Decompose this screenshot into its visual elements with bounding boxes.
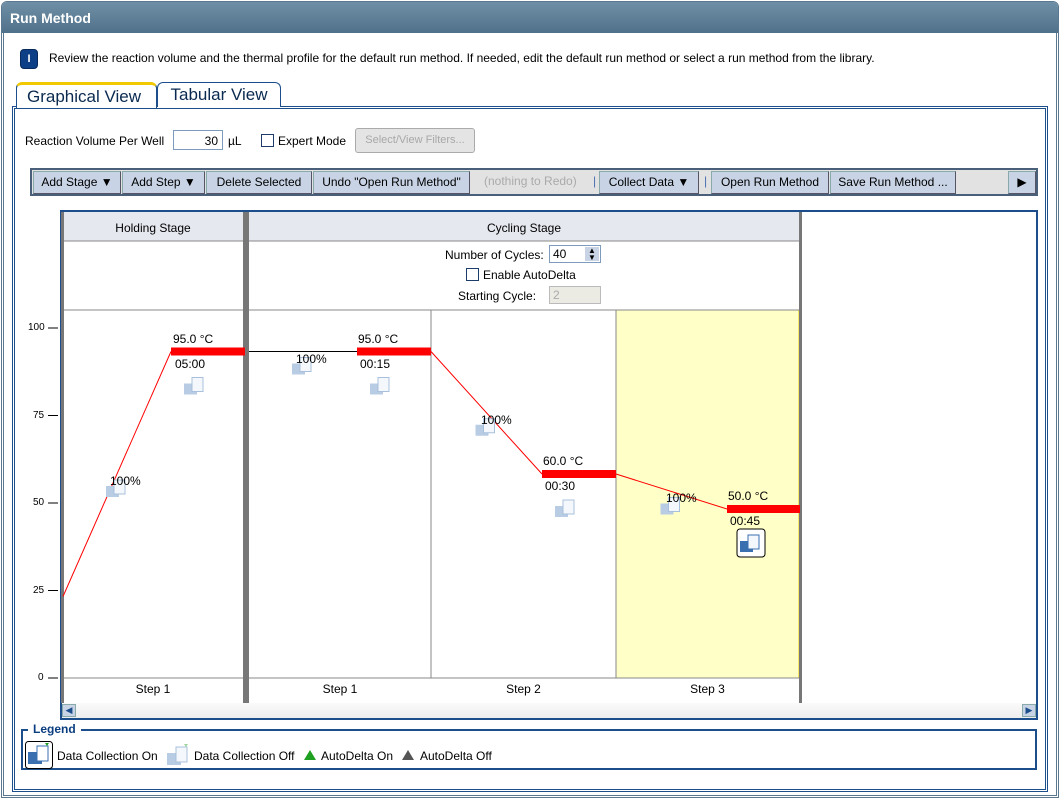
y-tick-label: 0: [38, 672, 44, 683]
data-collection-off-icon: [167, 744, 188, 765]
y-tick-label: 75: [33, 410, 45, 421]
stage-divider: [61, 212, 64, 703]
ramp-rate[interactable]: 100%: [110, 474, 141, 488]
data-collection-on-icon: [747, 534, 760, 550]
starting-cycle-value: 2: [553, 288, 560, 302]
data-collection-off-icon: [191, 377, 204, 392]
legend-item: Data Collection On: [57, 749, 158, 763]
starting-cycle-label: Starting Cycle:: [458, 289, 537, 303]
horizontal-scrollbar[interactable]: [62, 703, 1036, 718]
temperature-hold-bar: [171, 347, 245, 356]
data-collection-off-icon: [377, 377, 390, 392]
step-temperature[interactable]: 95.0 °C: [358, 332, 398, 346]
cycling-stage-title: Cycling Stage: [486, 221, 562, 235]
step-label: Step 1: [322, 682, 358, 696]
thermal-profile-plot: [48, 212, 802, 703]
scroll-left-icon[interactable]: ◀: [62, 704, 76, 717]
enable-autodelta-label: Enable AutoDelta: [483, 268, 576, 282]
legend-item: AutoDelta Off: [420, 749, 492, 763]
step-time[interactable]: 00:45: [730, 514, 760, 528]
data-collection-on-icon: [25, 741, 53, 769]
ramp-rate[interactable]: 100%: [481, 413, 512, 427]
y-tick-label: 50: [33, 497, 45, 508]
cycles-value: 40: [553, 247, 567, 261]
step-time[interactable]: 00:30: [545, 479, 575, 493]
cycles-label: Number of Cycles:: [445, 248, 544, 262]
y-tick-label: 100: [28, 322, 45, 333]
ramp-rate[interactable]: 100%: [296, 352, 327, 366]
legend-item: Data Collection Off: [194, 749, 295, 763]
legend-item: AutoDelta On: [321, 749, 394, 763]
legend-title: Legend: [28, 722, 81, 736]
holding-stage-title: Holding Stage: [115, 221, 191, 235]
temperature-hold-bar: [357, 347, 431, 356]
stage-divider: [799, 212, 802, 703]
starting-cycle-spinner[interactable]: 2: [549, 286, 601, 304]
temperature-hold-bar: [542, 470, 616, 478]
enable-autodelta-checkbox[interactable]: [466, 268, 479, 281]
stage-divider: [243, 212, 249, 703]
step-temperature[interactable]: 60.0 °C: [543, 454, 583, 468]
cycles-spinner[interactable]: 40 ▲ ▼: [549, 245, 601, 263]
step-temperature[interactable]: 95.0 °C: [173, 332, 213, 346]
data-collection-off-icon: [562, 499, 575, 515]
spinner-arrows-icon[interactable]: ▲ ▼: [585, 247, 599, 262]
step-label: Step 3: [690, 682, 725, 696]
temperature-hold-bar: [727, 505, 800, 513]
tab-graphical-view[interactable]: Graphical View: [16, 82, 157, 108]
step-time[interactable]: 00:15: [360, 357, 390, 371]
selected-step-background: [615, 309, 800, 679]
autodelta-off-icon: [402, 750, 414, 760]
step-temperature[interactable]: 50.0 °C: [728, 489, 768, 503]
ramp-rate[interactable]: 100%: [666, 491, 697, 505]
step-time[interactable]: 05:00: [175, 357, 205, 371]
step-label: Step 2: [506, 682, 541, 696]
step-label: Step 1: [135, 682, 171, 696]
y-tick-label: 25: [33, 585, 45, 596]
scroll-right-icon[interactable]: ▶: [1022, 704, 1036, 717]
autodelta-on-icon: [304, 750, 316, 760]
